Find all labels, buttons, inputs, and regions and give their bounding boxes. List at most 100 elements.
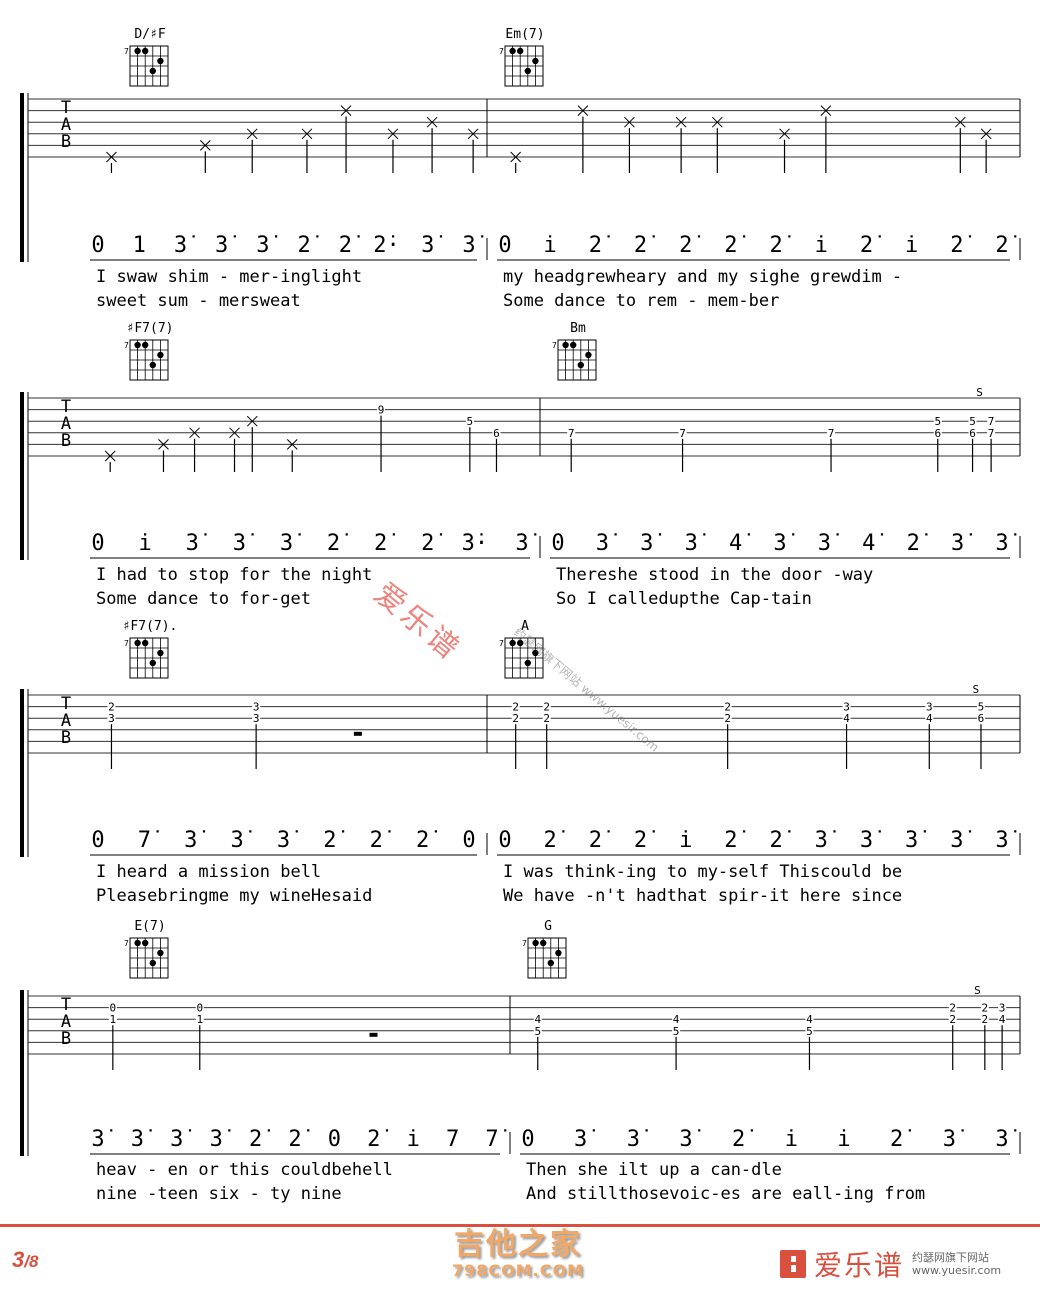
chord-diagram-dot bbox=[157, 949, 164, 957]
chord-diagram-dot bbox=[134, 639, 141, 647]
notation-note: 2̇ bbox=[589, 233, 610, 258]
tab-fret-number: 5 bbox=[534, 1025, 541, 1038]
notation-note: 4̇ bbox=[862, 531, 883, 556]
notation-note: 2̇ bbox=[890, 1127, 911, 1152]
chord-name: E(7) bbox=[134, 919, 165, 934]
chord-diagram-dot bbox=[157, 649, 164, 657]
lyrics-line-1: I had to stop for the night bbox=[96, 565, 372, 585]
notation-note: 3̇ bbox=[515, 531, 536, 556]
notation-note: 2̇ bbox=[769, 828, 790, 853]
lyrics-line-2: nine -teen six - ty nine bbox=[96, 1184, 342, 1204]
chord-diagram-dot bbox=[149, 361, 156, 369]
tab-fret-number: 3 bbox=[108, 712, 115, 725]
chord-diagram-dot bbox=[142, 341, 149, 349]
tab-fret-number: 5 bbox=[806, 1025, 813, 1038]
notation-note: 3̇ bbox=[905, 828, 926, 853]
notation-note: 7̇ bbox=[485, 1127, 506, 1152]
tab-clef-letter: B bbox=[61, 431, 71, 451]
notation-note: 2̇ bbox=[589, 828, 610, 853]
notation-note: 3̇ bbox=[184, 828, 205, 853]
chord-diagram-fret-number: 7 bbox=[522, 939, 527, 948]
notation-note: 2̇ bbox=[370, 828, 391, 853]
notation-note: 0 bbox=[551, 531, 564, 556]
site-logo[interactable]: 吉他之家 798COM.COM bbox=[452, 1228, 584, 1280]
notation-note: 2̇ bbox=[724, 828, 745, 853]
tab-fret-number: 7 bbox=[568, 427, 575, 440]
notation-note: i̇ bbox=[837, 1127, 850, 1152]
lyrics-line-2: Pleasebringme my wineHesaid bbox=[96, 886, 372, 906]
chord-diagram-dot bbox=[540, 939, 547, 947]
notation-note: 3̇ bbox=[231, 828, 252, 853]
brand-logo[interactable]: 爱乐谱 约瑟网旗下网站 www.yuesir.com bbox=[780, 1244, 1001, 1284]
tab-fret-number: 4 bbox=[926, 712, 933, 725]
notation-note: 2̇ bbox=[374, 531, 395, 556]
lyrics-line-1: heav - en or this couldbehell bbox=[96, 1160, 393, 1180]
notation-note: i̇ bbox=[905, 233, 918, 258]
notation-note: 2̇ bbox=[323, 828, 344, 853]
chord-diagram-dot bbox=[134, 341, 141, 349]
tab-fret-number: 9 bbox=[378, 404, 385, 417]
tab-fret-number: 5 bbox=[467, 415, 474, 428]
brand-sub: 约瑟网旗下网站 www.yuesir.com bbox=[912, 1251, 1001, 1277]
notation-note: 2̇ bbox=[249, 1127, 270, 1152]
tab-fret-number: 1 bbox=[196, 1013, 203, 1026]
notation-note: i̇ bbox=[407, 1127, 420, 1152]
slide-mark: S bbox=[972, 683, 979, 696]
tab-fret-number: 3 bbox=[253, 712, 260, 725]
chord-diagram-dot bbox=[142, 939, 149, 947]
chord-diagram-dot bbox=[570, 341, 577, 349]
tab-fret-number: 7 bbox=[988, 427, 995, 440]
notation-note: 2̇ bbox=[634, 828, 655, 853]
notation-note: 3̇ bbox=[215, 233, 236, 258]
notation-note: 0 bbox=[91, 828, 104, 853]
chord-diagram-dot bbox=[562, 341, 569, 349]
notation-note: 2̇ bbox=[544, 828, 565, 853]
page-current: 3 bbox=[12, 1247, 25, 1272]
notation-note: 2̇ bbox=[950, 233, 971, 258]
chord-diagram-dot bbox=[149, 67, 156, 75]
chord-diagram-dot bbox=[547, 959, 554, 967]
chord-diagram-dot bbox=[577, 361, 584, 369]
chord-name: Bm bbox=[570, 321, 586, 336]
lyrics-line-1: my headgrewheary and my sighe grewdim - bbox=[503, 267, 902, 287]
chord-diagram-dot bbox=[524, 67, 531, 75]
lyrics-line-1: I swaw shim - mer-inglight bbox=[96, 267, 362, 287]
chord-name: D/♯F bbox=[134, 27, 165, 42]
notation-note: 3̇ bbox=[280, 531, 301, 556]
site-logo-en: 798COM.COM bbox=[452, 1261, 585, 1280]
notation-note: 2̇ bbox=[679, 233, 700, 258]
tab-fret-number: 2 bbox=[982, 1013, 989, 1026]
slide-mark: S bbox=[976, 386, 983, 399]
lyrics-line-2: Some dance to rem - mem-ber bbox=[503, 291, 779, 311]
brand-sub-cn: 约瑟网旗下网站 bbox=[912, 1251, 990, 1264]
notation-note: 3̇ bbox=[91, 1127, 112, 1152]
notation-note: 2̇ bbox=[769, 233, 790, 258]
chord-diagram-dot bbox=[157, 57, 164, 65]
notation-note: 3̇ bbox=[131, 1127, 152, 1152]
notation-note: 2̇ bbox=[860, 233, 881, 258]
notation-note: 3̇ bbox=[815, 828, 836, 853]
notation-note: 3̇ bbox=[995, 828, 1016, 853]
tab-fret-number: 2 bbox=[949, 1013, 956, 1026]
notation-note: 3̇ bbox=[995, 531, 1016, 556]
chord-diagram-dot bbox=[149, 959, 156, 967]
brand-sub-url: www.yuesir.com bbox=[912, 1264, 1002, 1277]
notation-note: 7 bbox=[446, 1127, 459, 1152]
tab-fret-number: 5 bbox=[673, 1025, 680, 1038]
chord-diagram-fret-number: 7 bbox=[124, 47, 129, 56]
tab-sheet: TABD/♯F70 1 3̇ 3̇ 3̇ 2̇ 2̇ 2̇· 3̇ 3̇I swaw shim -… bbox=[20, 27, 1021, 1204]
chord-diagram-dot bbox=[134, 47, 141, 55]
notation-note: 3̇ bbox=[256, 233, 277, 258]
notation-note: 2̇ bbox=[327, 531, 348, 556]
notation-note: i̇ bbox=[815, 233, 828, 258]
notation-note: 2̇ bbox=[416, 828, 437, 853]
notation-note: 2̇ bbox=[367, 1127, 388, 1152]
lyrics-line-2: sweet sum - mersweat bbox=[96, 291, 301, 311]
chord-diagram-dot bbox=[134, 939, 141, 947]
notation-note: 2̇ bbox=[724, 233, 745, 258]
lyrics-line-2: And stillthosevoic-es are eall-ing from bbox=[526, 1184, 925, 1204]
notation-note: 0 bbox=[91, 233, 104, 258]
page-total: /8 bbox=[24, 1252, 39, 1271]
notation-note: 0 bbox=[498, 233, 511, 258]
notation-note: 4̇ bbox=[729, 531, 750, 556]
